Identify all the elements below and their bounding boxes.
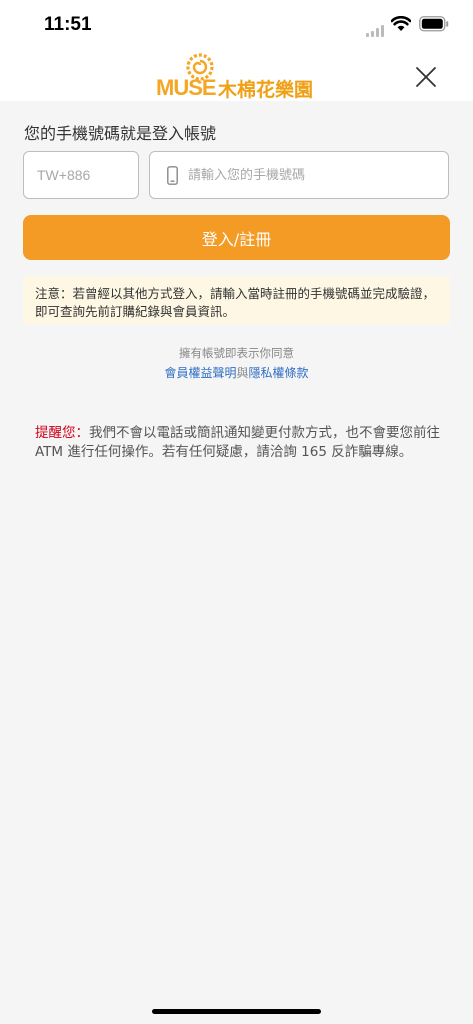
signal-icon <box>366 22 384 41</box>
logo-spiral-icon <box>186 53 214 81</box>
warning-text: 我們不會以電話或簡訊通知變更付款方式，也不會要您前往 ATM 進行任何操作。若有… <box>35 425 440 460</box>
phone-input[interactable] <box>188 152 438 198</box>
fraud-warning: 提醒您：我們不會以電話或簡訊通知變更付款方式，也不會要您前往 ATM 進行任何操… <box>35 424 440 462</box>
terms-joiner: 與 <box>236 366 249 380</box>
battery-icon <box>419 16 449 36</box>
wifi-icon <box>390 15 412 36</box>
country-code-select[interactable]: TW+886 <box>23 151 139 199</box>
phone-field[interactable] <box>149 151 449 199</box>
warning-label: 提醒您： <box>35 425 89 441</box>
terms-intro: 擁有帳號即表示你同意 <box>179 346 294 360</box>
member-rights-link[interactable]: 會員權益聲明 <box>164 366 236 380</box>
status-time: 11:51 <box>44 14 92 35</box>
close-button[interactable] <box>414 65 438 89</box>
login-screen: 11:51 MUSE 木棉花樂園 您的手機號碼就是登入帳號 TW+886 請輸入… <box>0 0 473 1024</box>
terms-links: 會員權益聲明與隱私權條款 <box>0 364 473 381</box>
status-bar: 11:51 <box>0 0 473 52</box>
close-icon <box>416 67 436 87</box>
notice-box: 注意：若曾經以其他方式登入，請輸入當時註冊的手機號碼並完成驗證，即可查詢先前訂購… <box>23 276 450 324</box>
login-register-button[interactable]: 登入/註冊 <box>23 215 450 260</box>
header-bar: MUSE 木棉花樂園 <box>0 52 473 101</box>
login-title: 您的手機號碼就是登入帳號 <box>24 124 217 143</box>
logo-cjk-text: 木棉花樂園 <box>218 79 314 101</box>
muse-logo: MUSE 木棉花樂園 <box>156 52 326 101</box>
privacy-policy-link[interactable]: 隱私權條款 <box>249 366 309 380</box>
mobile-phone-icon <box>167 166 178 185</box>
home-indicator[interactable] <box>152 1009 321 1014</box>
